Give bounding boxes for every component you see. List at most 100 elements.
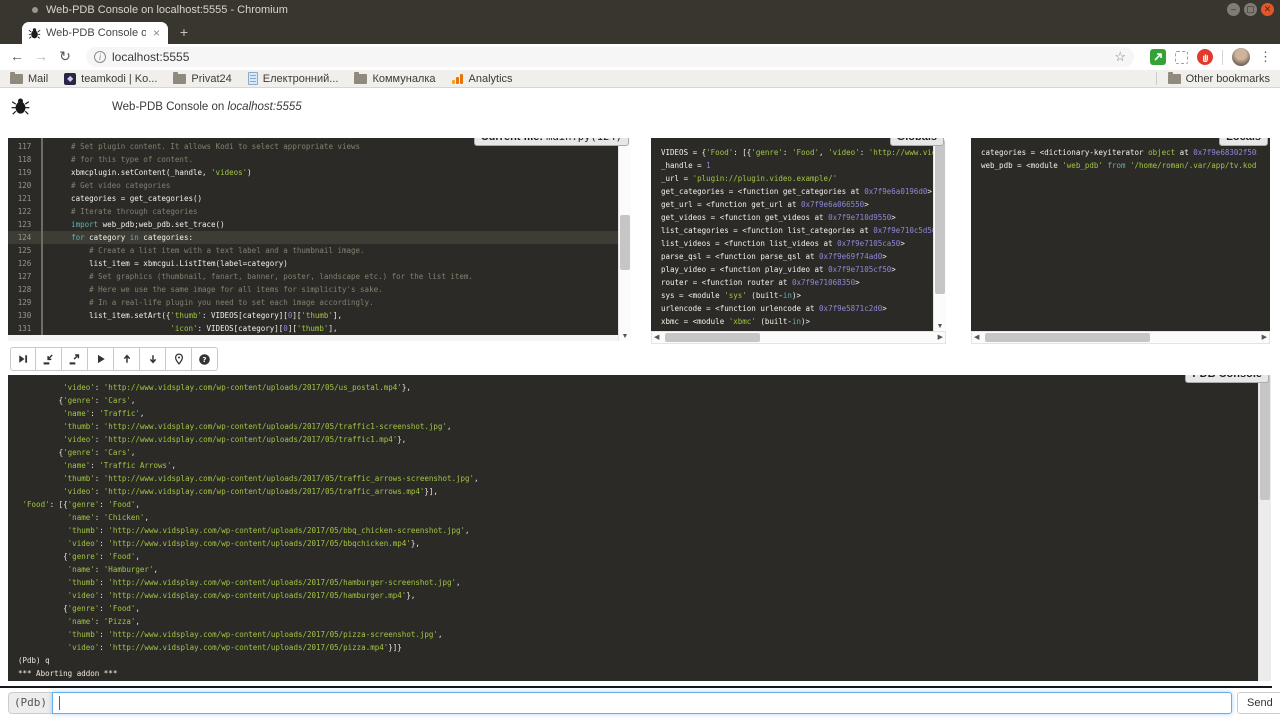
tab-webpdb[interactable]: Web-PDB Console on loca ×	[22, 22, 168, 44]
url-text[interactable]: localhost:5555	[112, 50, 1108, 64]
console-vscrollbar[interactable]	[1258, 375, 1271, 681]
bookmark-kodi[interactable]: ◆teamkodi | Ko...	[64, 73, 157, 85]
address-bar[interactable]: i localhost:5555 ☆	[86, 47, 1134, 67]
svg-text:?: ?	[202, 355, 206, 364]
code-line: 131 'icon': VIDEOS[category][0]['thumb']…	[8, 322, 618, 335]
webpdb-page: Web-PDB Console on localhost:5555 Curren…	[0, 88, 1280, 720]
globals-line: get_categories = <function get_categorie…	[661, 185, 933, 198]
bookmark-star-icon[interactable]: ☆	[1114, 49, 1126, 65]
globals-line: get_url = <function get_url at 0x7f9e6a0…	[661, 198, 933, 211]
bookmark-label: Privat24	[191, 73, 231, 85]
globals-line: xbmc = <module 'xbmc' (built-in)>	[661, 315, 933, 328]
locals-lines: categories = <dictionary-keyiterator obj…	[981, 146, 1257, 172]
code-lines: 117 # Set plugin content. It allows Kodi…	[8, 140, 618, 341]
send-button[interactable]: Send	[1237, 692, 1280, 714]
console-output: 'video': 'http://www.vidsplay.com/wp-con…	[18, 381, 1257, 680]
globals-line: _handle = 1	[661, 159, 933, 172]
step-out-button[interactable]	[62, 347, 88, 371]
console-line: {'genre': 'Cars',	[18, 394, 1257, 407]
globals-line: get_videos = <function get_videos at 0x7…	[661, 211, 933, 224]
console-line: 'name': 'Traffic Arrows',	[18, 459, 1257, 472]
console-line: 'thumb': 'http://www.vidsplay.com/wp-con…	[18, 576, 1257, 589]
console-line: 'video': 'http://www.vidsplay.com/wp-con…	[18, 433, 1257, 446]
down-button[interactable]	[140, 347, 166, 371]
pdb-prompt-label: (Pdb)	[8, 692, 52, 714]
bug-favicon	[28, 27, 41, 40]
extension-blocker-icon[interactable]	[1197, 49, 1213, 65]
menu-kebab-icon[interactable]: ⋮	[1259, 49, 1272, 65]
globals-line: _url = 'plugin://plugin.video.example/'	[661, 172, 933, 185]
bookmark-doc[interactable]: Електронний...	[248, 72, 339, 85]
code-vscrollbar[interactable]: ▼	[618, 138, 631, 341]
globals-line: VIDEOS = {'Food': [{'genre': 'Food', 'vi…	[661, 146, 933, 159]
console-line: 'video': 'http://www.vidsplay.com/wp-con…	[18, 589, 1257, 602]
prompt-row: (Pdb) Send	[0, 692, 1280, 716]
page-title: Web-PDB Console on localhost:5555	[112, 101, 302, 113]
code-line: 120 # Get video categories	[8, 179, 618, 192]
extension-capture-icon[interactable]	[1175, 51, 1188, 64]
reload-icon[interactable]: ↻	[56, 48, 74, 65]
code-line: 123 import web_pdb;web_pdb.set_trace()	[8, 218, 618, 231]
bookmark-folder[interactable]: Mail	[10, 73, 48, 85]
site-info-icon[interactable]: i	[94, 51, 106, 63]
gutter-divider	[41, 138, 43, 335]
bookmark-label: Коммуналка	[372, 73, 435, 85]
scroll-down-icon[interactable]: ▼	[619, 332, 631, 341]
bug-icon	[11, 97, 30, 116]
folder-icon	[354, 74, 367, 84]
pdb-console-panel: PDB Console 'video': 'http://www.vidspla…	[8, 375, 1271, 681]
globals-vscrollbar[interactable]: ▼	[933, 138, 946, 331]
scroll-right-icon[interactable]: ▶	[1262, 332, 1267, 344]
folder-icon	[173, 74, 186, 84]
globals-lines: VIDEOS = {'Food': [{'genre': 'Food', 'vi…	[661, 146, 933, 328]
tab-close-icon[interactable]: ×	[151, 26, 162, 40]
maximize-button[interactable]: ▢	[1244, 3, 1257, 16]
locals-line: categories = <dictionary-keyiterator obj…	[981, 146, 1257, 159]
step-into-button[interactable]	[36, 347, 62, 371]
globals-line: sys = <module 'sys' (built-in)>	[661, 289, 933, 302]
text-caret	[59, 696, 60, 710]
next-button[interactable]	[10, 347, 36, 371]
console-line: 'thumb': 'http://www.vidsplay.com/wp-con…	[18, 420, 1257, 433]
folder-icon	[1168, 74, 1181, 84]
new-tab-button[interactable]: +	[176, 25, 192, 41]
bookmark-folder[interactable]: Privat24	[173, 73, 231, 85]
continue-button[interactable]	[88, 347, 114, 371]
console-line: 'name': 'Pizza',	[18, 615, 1257, 628]
doc-icon	[248, 72, 258, 85]
pdb-command-input[interactable]	[52, 692, 1232, 714]
scroll-right-icon[interactable]: ▶	[938, 332, 943, 344]
bookmark-chart[interactable]: Analytics	[452, 73, 513, 85]
console-line: 'video': 'http://www.vidsplay.com/wp-con…	[18, 381, 1257, 394]
up-button[interactable]	[114, 347, 140, 371]
bookmark-label: Mail	[28, 73, 48, 85]
globals-line: urlencode = <function urlencode at 0x7f9…	[661, 302, 933, 315]
minimize-button[interactable]: –	[1227, 3, 1240, 16]
help-button[interactable]: ?	[192, 347, 218, 371]
browser-navbar: ← → ↻ i localhost:5555 ☆ ⋮	[0, 44, 1280, 70]
back-icon[interactable]: ←	[8, 48, 26, 64]
console-line: 'video': 'http://www.vidsplay.com/wp-con…	[18, 485, 1257, 498]
code-hscrollbar[interactable]	[8, 335, 618, 341]
code-line: 121 categories = get_categories()	[8, 192, 618, 205]
where-button[interactable]	[166, 347, 192, 371]
profile-avatar[interactable]	[1232, 48, 1250, 66]
locals-panel: Locals categories = <dictionary-keyitera…	[971, 138, 1270, 331]
bookmark-folder[interactable]: Коммуналка	[354, 73, 435, 85]
scroll-left-icon[interactable]: ◀	[974, 332, 979, 344]
extension-green-icon[interactable]	[1150, 49, 1166, 65]
console-line: (Pdb) q	[18, 654, 1257, 667]
scroll-left-icon[interactable]: ◀	[654, 332, 659, 344]
other-bookmarks[interactable]: Other bookmarks	[1168, 73, 1270, 85]
current-file-panel: Current file: main.py(124) 117 # Set plu…	[8, 138, 631, 341]
forward-icon[interactable]: →	[32, 48, 50, 64]
globals-line: list_categories = <function list_categor…	[661, 224, 933, 237]
locals-hscrollbar[interactable]: ◀ ▶	[971, 331, 1270, 344]
app-indicator-dot	[32, 7, 38, 13]
scroll-down-icon[interactable]: ▼	[934, 322, 946, 331]
console-line: 'name': 'Hamburger',	[18, 563, 1257, 576]
close-button[interactable]: ✕	[1261, 3, 1274, 16]
console-line: *** Aborting addon ***	[18, 667, 1257, 680]
console-line: 'Food': [{'genre': 'Food',	[18, 498, 1257, 511]
globals-hscrollbar[interactable]: ◀ ▶	[651, 331, 946, 344]
